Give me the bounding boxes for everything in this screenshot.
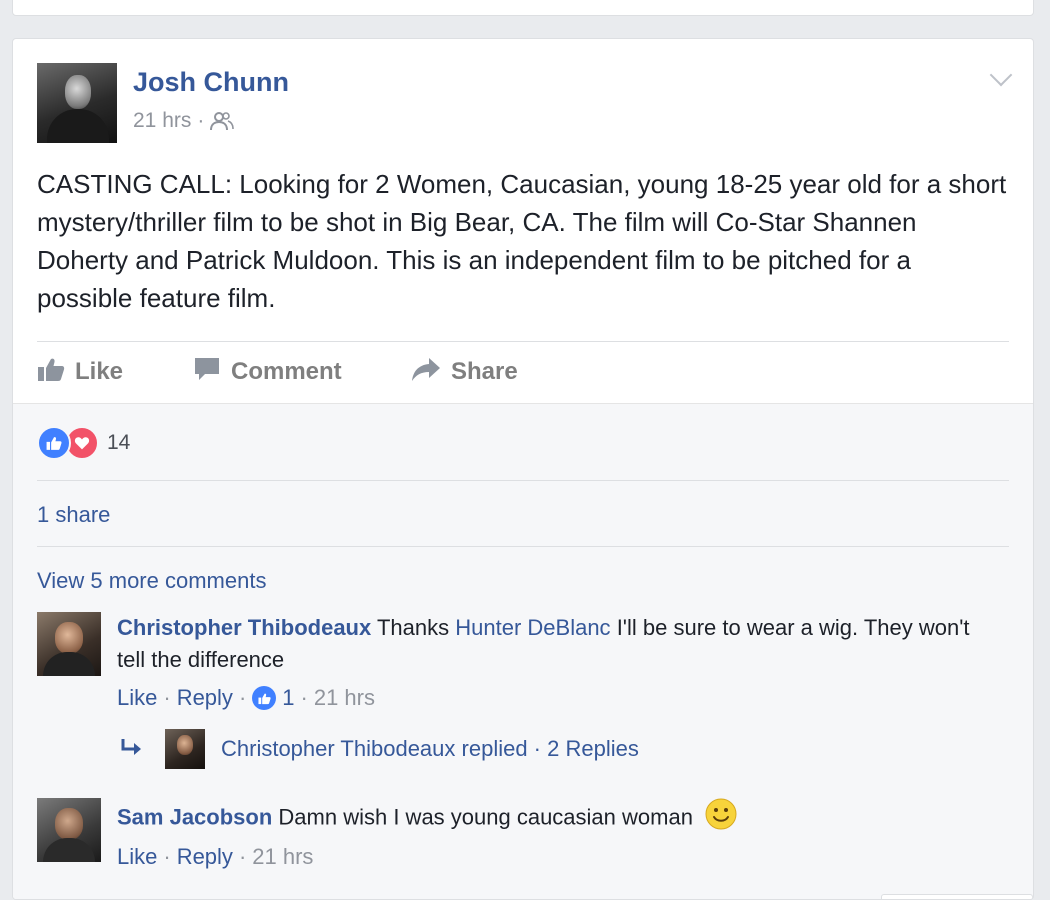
post-header: Josh Chunn 21 hrs · [37, 63, 1017, 143]
friends-icon[interactable] [210, 111, 235, 131]
comment-body: Sam Jacobson Damn wish I was young cauca… [117, 798, 977, 873]
smiley-face-icon [705, 798, 737, 839]
post-meta: 21 hrs · [133, 109, 235, 133]
comment-body: Christopher Thibodeaux Thanks Hunter DeB… [117, 612, 977, 714]
replies-summary-text: Christopher Thibodeaux replied · 2 Repli… [221, 736, 639, 761]
comment-input-edge [881, 894, 1033, 899]
comment-item: Christopher Thibodeaux Thanks Hunter DeB… [37, 612, 1007, 772]
post-time[interactable]: 21 hrs [133, 109, 191, 133]
divider [37, 546, 1009, 547]
comment-actions: Like · Reply · 1 · 21 hrs [117, 682, 977, 714]
like-button[interactable]: Like [37, 351, 123, 393]
commenter-avatar[interactable] [37, 612, 101, 676]
meta-separator: · [197, 109, 205, 132]
like-reaction-icon [252, 686, 277, 710]
commenter-name[interactable]: Sam Jacobson [117, 804, 272, 829]
share-label: Share [451, 358, 518, 385]
mention-link[interactable]: Hunter DeBlanc [455, 615, 610, 640]
share-arrow-icon [411, 356, 441, 389]
commenter-avatar[interactable] [37, 798, 101, 862]
comment-text: Thanks [376, 615, 450, 640]
comment-like-count[interactable]: 1 [282, 682, 294, 714]
comment-time[interactable]: 21 hrs [314, 682, 375, 714]
reply-arrow-icon [119, 737, 147, 761]
share-button[interactable]: Share [411, 351, 518, 393]
like-reaction-icon [37, 426, 71, 460]
reactions-summary[interactable]: 14 [37, 426, 130, 460]
comment-reply-link[interactable]: Reply [177, 841, 233, 873]
replies-summary-link[interactable]: Christopher Thibodeaux replied · 2 Repli… [119, 728, 639, 770]
commenter-name[interactable]: Christopher Thibodeaux [117, 615, 371, 640]
shares-count[interactable]: 1 share [37, 502, 110, 528]
replier-avatar [165, 729, 205, 769]
author-name[interactable]: Josh Chunn [133, 67, 289, 98]
post-card: Josh Chunn 21 hrs · CASTING CALL: Lookin… [12, 38, 1034, 900]
view-more-comments-link[interactable]: View 5 more comments [37, 568, 266, 594]
comment-icon [193, 356, 221, 389]
comment-label: Comment [231, 358, 342, 385]
thumbs-up-icon [37, 356, 65, 389]
reaction-count[interactable]: 14 [107, 431, 130, 455]
author-avatar[interactable] [37, 63, 117, 143]
comment-item: Sam Jacobson Damn wish I was young cauca… [37, 798, 1007, 878]
comment-button[interactable]: Comment [193, 351, 342, 393]
divider [37, 341, 1009, 342]
previous-post-card [12, 0, 1034, 16]
comment-reply-link[interactable]: Reply [177, 682, 233, 714]
post-actions: Like Comment Share [37, 351, 1009, 393]
post-text: CASTING CALL: Looking for 2 Women, Cauca… [37, 169, 1007, 313]
comment-like-link[interactable]: Like [117, 841, 157, 873]
divider [37, 480, 1009, 481]
like-label: Like [75, 358, 124, 385]
comment-like-link[interactable]: Like [117, 682, 157, 714]
comment-actions: Like · Reply · 21 hrs [117, 841, 977, 873]
post-footer: 14 1 share View 5 more comments Christop… [13, 403, 1033, 899]
comment-text: Damn wish I was young caucasian woman [278, 804, 693, 830]
comment-time[interactable]: 21 hrs [252, 841, 313, 873]
